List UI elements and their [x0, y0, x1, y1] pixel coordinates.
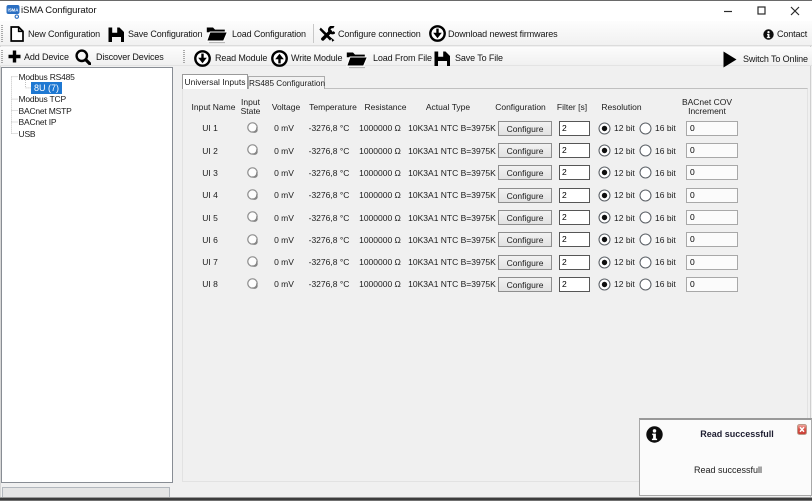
svg-text:iSMA: iSMA: [8, 8, 19, 13]
